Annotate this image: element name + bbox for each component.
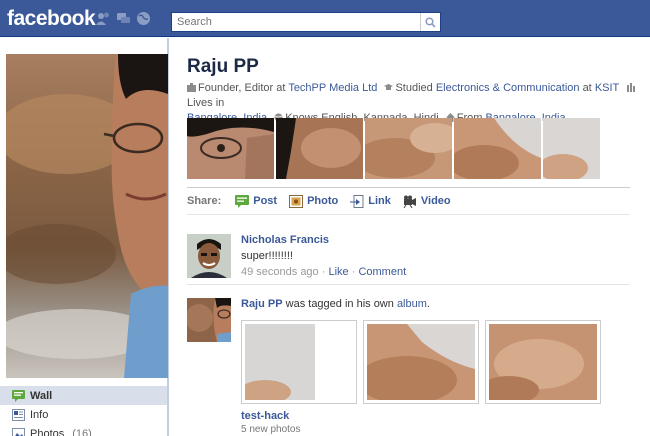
comment-link[interactable]: Comment (358, 266, 406, 278)
nav-label-photos: Photos (30, 427, 65, 436)
share-video-button[interactable]: Video (403, 195, 451, 208)
album-photo[interactable] (363, 320, 479, 404)
notifications-globe-icon[interactable] (136, 11, 151, 26)
feed-story: Nicholas Francis super!!!!!!!! 49 second… (187, 230, 630, 285)
photo-strip-thumb[interactable] (543, 118, 600, 179)
meta-separator: · (321, 266, 326, 278)
photo-strip-thumb[interactable] (454, 118, 541, 179)
post-icon (235, 194, 250, 208)
nav-label-wall: Wall (30, 389, 53, 402)
friends-icon[interactable] (96, 11, 111, 26)
work-text: Founder, Editor at (198, 82, 286, 94)
location-icon (627, 83, 636, 92)
profile-picture[interactable] (6, 54, 168, 378)
story-meta: 49 seconds ago · Like · Comment (241, 266, 626, 278)
like-link[interactable]: Like (328, 266, 348, 278)
share-video-label: Video (420, 195, 451, 207)
share-photo-button[interactable]: Photo (289, 194, 339, 208)
share-photo-label: Photo (307, 195, 339, 207)
story-body: Raju PP was tagged in his own album. (241, 298, 626, 310)
story-text: was tagged in his own (285, 298, 394, 310)
photos-icon (12, 427, 25, 436)
album-photo-count: 5 new photos (241, 424, 301, 435)
story-actor[interactable]: Nicholas Francis (241, 234, 626, 246)
search-input[interactable] (172, 13, 420, 31)
study-text: Studied (395, 82, 433, 94)
photo-strip-thumb[interactable] (365, 118, 452, 179)
main-content: Raju PP Founder, Editor at TechPP Media … (168, 38, 650, 436)
video-icon (403, 195, 416, 208)
album-photo[interactable] (241, 320, 357, 404)
profile-navigation: Wall Info Photos (16) (0, 386, 167, 436)
story-period: . (426, 298, 430, 310)
share-label: Share: (187, 195, 222, 207)
messages-icon[interactable] (116, 11, 131, 26)
facebook-logo[interactable]: facebook (7, 7, 96, 31)
story-body: Nicholas Francis super!!!!!!!! 49 second… (241, 234, 626, 278)
left-column: Wall Info Photos (16) (0, 38, 168, 436)
share-bar: Share: Post Photo Link Video (187, 187, 630, 215)
profile-name: Raju PP (187, 56, 259, 77)
search-box (171, 12, 441, 32)
nav-item-info[interactable]: Info (0, 405, 167, 424)
nav-item-wall[interactable]: Wall (0, 386, 167, 405)
photo-strip-thumb[interactable] (187, 118, 274, 179)
work-link[interactable]: TechPP Media Ltd (288, 82, 377, 94)
album-link[interactable]: album (397, 298, 427, 310)
study-at-text: at (582, 82, 592, 94)
share-link-label: Link (368, 195, 391, 207)
share-post-button[interactable]: Post (235, 194, 278, 208)
search-icon (425, 16, 436, 28)
lives-text: Lives in (187, 97, 225, 109)
photo-strip (187, 118, 600, 179)
feed-story: Raju PP was tagged in his own album. tes… (187, 294, 630, 436)
photos-count: (16) (72, 427, 92, 436)
search-button[interactable] (420, 13, 440, 31)
wall-icon (12, 389, 25, 402)
album-photo[interactable] (485, 320, 601, 404)
share-link-button[interactable]: Link (350, 194, 391, 208)
album-preview (241, 320, 601, 404)
top-bar: facebook (0, 0, 650, 37)
nav-item-photos[interactable]: Photos (16) (0, 424, 167, 436)
story-message: super!!!!!!!! (241, 250, 293, 262)
photo-strip-thumb[interactable] (276, 118, 363, 179)
nav-label-info: Info (30, 408, 49, 421)
meta-separator: · (351, 266, 356, 278)
study-link[interactable]: Electronics & Communication (436, 82, 580, 94)
graduation-cap-icon (384, 84, 394, 90)
link-icon (350, 194, 364, 208)
avatar[interactable] (187, 298, 231, 342)
share-post-label: Post (253, 195, 278, 207)
story-timestamp[interactable]: 49 seconds ago (241, 266, 319, 278)
photo-icon (289, 194, 304, 208)
briefcase-icon (187, 83, 196, 92)
story-actor[interactable]: Raju PP (241, 298, 283, 310)
notification-jewels (96, 11, 151, 26)
avatar[interactable] (187, 234, 231, 278)
school-link[interactable]: KSIT (595, 82, 619, 94)
album-title[interactable]: test-hack (241, 410, 289, 422)
info-icon (12, 408, 25, 421)
